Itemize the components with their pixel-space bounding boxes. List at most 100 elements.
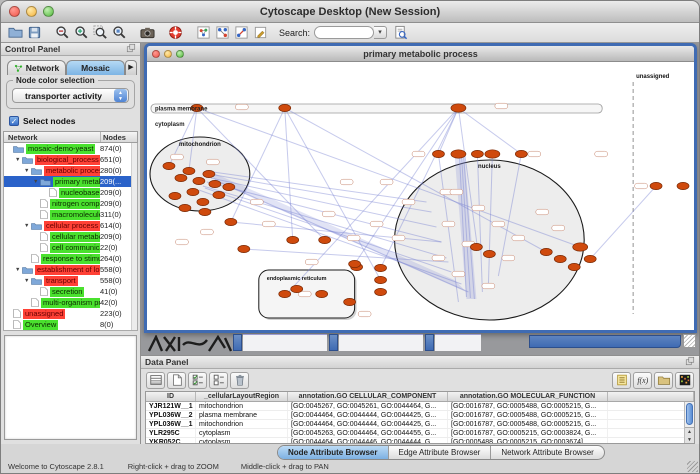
tree-row[interactable]: unassigned223(0) bbox=[4, 308, 137, 319]
search-dropdown-icon[interactable]: ▾ bbox=[374, 26, 387, 39]
snapshot-camera-icon[interactable] bbox=[139, 24, 156, 41]
zoom-fit-icon[interactable] bbox=[111, 24, 128, 41]
tab-edge-attribute-browser[interactable]: Edge Attribute Browser bbox=[389, 446, 492, 459]
delete-attribute-icon[interactable] bbox=[230, 372, 249, 389]
tree-row[interactable]: multi-organism pro42(0) bbox=[4, 297, 137, 308]
network-node[interactable] bbox=[349, 260, 361, 267]
network-node[interactable] bbox=[451, 150, 466, 158]
network-node[interactable] bbox=[199, 208, 211, 215]
node-selection-mode-icon[interactable] bbox=[214, 24, 231, 41]
tree-column-nodes[interactable]: Nodes bbox=[101, 132, 137, 142]
network-view-window[interactable]: primary metabolic process plasma membran… bbox=[144, 43, 697, 333]
tab-mosaic[interactable]: Mosaic bbox=[66, 60, 125, 75]
tree-row[interactable]: ▼establishment of lo558(0) bbox=[4, 264, 137, 275]
network-node[interactable] bbox=[451, 104, 466, 112]
node-color-dropdown[interactable]: transporter activity ▲▼ bbox=[12, 88, 129, 103]
table-row[interactable]: YPL036W__1mitochondrion[GO:0044464, GO:0… bbox=[146, 420, 694, 429]
tab-node-attribute-browser[interactable]: Node Attribute Browser bbox=[278, 446, 389, 459]
table-header-cell[interactable]: ID bbox=[146, 392, 196, 401]
app-resize-grip[interactable] bbox=[687, 461, 698, 472]
tree-row[interactable]: ▼metabolic process280(0) bbox=[4, 165, 137, 176]
network-node[interactable] bbox=[375, 276, 387, 283]
select-nodes-checkbox[interactable]: ✓ bbox=[9, 116, 19, 126]
network-node[interactable] bbox=[225, 218, 237, 225]
network-node[interactable] bbox=[515, 150, 527, 157]
birds-eye-view-panel[interactable] bbox=[4, 335, 137, 440]
advanced-search-icon[interactable] bbox=[392, 24, 409, 41]
tree-row[interactable]: ▼cellular process614(0) bbox=[4, 220, 137, 231]
network-node[interactable] bbox=[279, 104, 291, 111]
notes-icon[interactable] bbox=[612, 372, 631, 389]
network-node[interactable] bbox=[375, 264, 387, 271]
network-node[interactable] bbox=[471, 150, 483, 157]
tree-row[interactable]: nucleobase-209(0) bbox=[4, 187, 137, 198]
network-node[interactable] bbox=[568, 263, 580, 270]
table-header-cell[interactable]: annotation.GO MOLECULAR_FUNCTION bbox=[448, 392, 608, 401]
network-node[interactable] bbox=[375, 288, 387, 295]
table-header-cell[interactable]: _cellularLayoutRegion bbox=[196, 392, 288, 401]
tree-row[interactable]: Overview8(0) bbox=[4, 319, 137, 330]
open-icon[interactable] bbox=[7, 24, 24, 41]
table-row[interactable]: YJR121W__1mitochondrion[GO:0045267, GO:0… bbox=[146, 402, 694, 411]
network-node[interactable] bbox=[175, 174, 187, 181]
table-scrollbar[interactable]: ▲▼ bbox=[684, 402, 694, 443]
tab-network-attribute-browser[interactable]: Network Attribute Browser bbox=[491, 446, 603, 459]
network-node[interactable] bbox=[650, 182, 662, 189]
network-window-titlebar[interactable]: primary metabolic process bbox=[147, 46, 694, 62]
network-node[interactable] bbox=[485, 150, 500, 158]
tree-row[interactable]: response to stimulu264(0) bbox=[4, 253, 137, 264]
scrollbar-arrows[interactable]: ▲▼ bbox=[685, 427, 694, 443]
expand-triangle-icon[interactable]: ▼ bbox=[33, 179, 40, 185]
network-node[interactable] bbox=[187, 188, 199, 195]
unselect-attributes-icon[interactable] bbox=[209, 372, 228, 389]
network-edge[interactable] bbox=[438, 108, 458, 154]
expand-triangle-icon[interactable]: ▼ bbox=[24, 278, 31, 284]
attribute-grid-icon[interactable] bbox=[146, 372, 165, 389]
network-canvas[interactable]: plasma membranecytoplasmmitochondrionnuc… bbox=[147, 62, 694, 330]
expand-triangle-icon[interactable]: ▼ bbox=[24, 223, 31, 229]
network-node[interactable] bbox=[470, 243, 482, 250]
help-lifesaver-icon[interactable] bbox=[167, 24, 184, 41]
network-node[interactable] bbox=[169, 192, 181, 199]
network-node[interactable] bbox=[291, 285, 303, 292]
network-node[interactable] bbox=[319, 236, 331, 243]
network-edge[interactable] bbox=[285, 108, 293, 240]
formula-icon[interactable]: f(x) bbox=[633, 372, 652, 389]
tree-row[interactable]: secretion41(0) bbox=[4, 286, 137, 297]
network-node[interactable] bbox=[573, 243, 588, 251]
table-row[interactable]: YLR295Ccytoplasm[GO:0045263, GO:0044464,… bbox=[146, 429, 694, 438]
window-titlebar[interactable]: Cytoscape Desktop (New Session) bbox=[1, 1, 699, 23]
network-node[interactable] bbox=[213, 191, 225, 198]
expand-triangle-icon[interactable]: ▼ bbox=[15, 267, 22, 273]
tree-row[interactable]: ▼biological_process651(0) bbox=[4, 154, 137, 165]
zoom-selected-icon[interactable] bbox=[92, 24, 109, 41]
network-node[interactable] bbox=[163, 162, 175, 169]
network-edge[interactable] bbox=[590, 186, 656, 259]
zoom-out-icon[interactable] bbox=[54, 24, 71, 41]
search-input[interactable] bbox=[314, 26, 374, 39]
network-node[interactable] bbox=[179, 204, 191, 211]
matrix-icon[interactable] bbox=[675, 372, 694, 389]
import-attributes-icon[interactable] bbox=[654, 372, 673, 389]
annotation-icon[interactable] bbox=[252, 24, 269, 41]
tree-row[interactable]: macromolecule311(0) bbox=[4, 209, 137, 220]
tree-row[interactable]: nitrogen compo209(0) bbox=[4, 198, 137, 209]
network-node[interactable] bbox=[287, 236, 299, 243]
tree-row[interactable]: cell communicat22(0) bbox=[4, 242, 137, 253]
tree-row[interactable]: ▼transport558(0) bbox=[4, 275, 137, 286]
network-edge[interactable] bbox=[458, 108, 521, 154]
expand-triangle-icon[interactable]: ▼ bbox=[24, 168, 31, 174]
table-header-cell[interactable]: annotation.GO CELLULAR_COMPONENT bbox=[288, 392, 448, 401]
select-attributes-icon[interactable] bbox=[188, 372, 207, 389]
tree-row[interactable]: mosaic-demo-yeast874(0) bbox=[4, 143, 137, 154]
network-node[interactable] bbox=[540, 248, 552, 255]
network-node[interactable] bbox=[584, 255, 596, 262]
network-node[interactable] bbox=[432, 150, 444, 157]
tree-row[interactable]: cellular metabo209(0) bbox=[4, 231, 137, 242]
network-node[interactable] bbox=[344, 298, 356, 305]
network-node[interactable] bbox=[183, 167, 195, 174]
network-node[interactable] bbox=[223, 183, 235, 190]
expand-triangle-icon[interactable]: ▼ bbox=[15, 157, 22, 163]
tab-network[interactable]: Network bbox=[7, 60, 66, 75]
network-node[interactable] bbox=[677, 182, 689, 189]
